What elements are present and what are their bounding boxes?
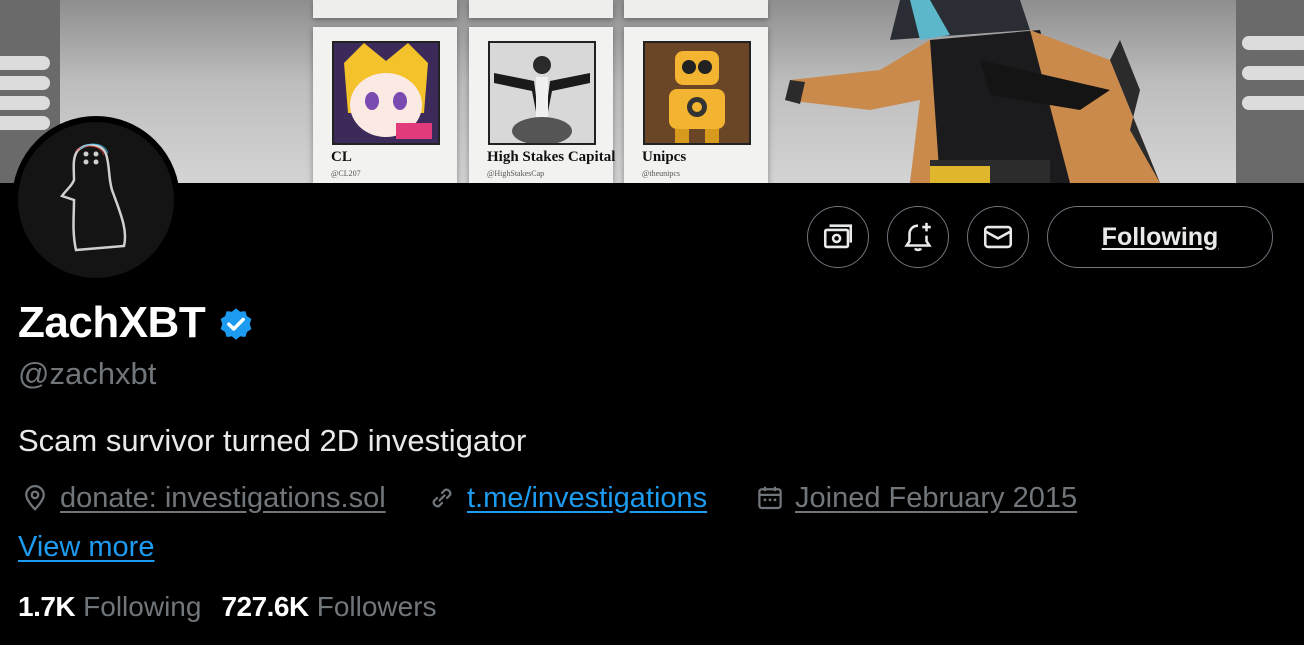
banner-character-illustration <box>785 0 1160 183</box>
banner-card-handle: @theunipcs <box>642 169 681 178</box>
banner-card: CL @CL207 <box>313 27 457 183</box>
message-button[interactable] <box>967 206 1029 268</box>
location-text: donate: investigations.sol <box>60 481 386 514</box>
tip-button[interactable] <box>807 206 869 268</box>
banner-card: High Stakes Capital @HighStakesCap <box>469 27 616 183</box>
banner-card-handle: @HighStakesCap <box>487 169 545 178</box>
banner-card-name: CL <box>331 149 352 165</box>
profile-join-date: Joined February 2015 <box>755 478 1077 518</box>
banner-card-name: Unipcs <box>642 149 687 165</box>
banner-card-image <box>643 41 751 145</box>
calendar-icon <box>758 486 782 510</box>
followers-stat-link[interactable]: 727.6K Followers <box>221 591 436 623</box>
link-icon <box>432 488 452 508</box>
followers-label: Followers <box>316 591 437 622</box>
following-label: Following <box>83 591 202 622</box>
following-count: 1.7K <box>18 591 76 622</box>
profile-website: t.me/investigations <box>427 478 707 518</box>
verified-badge-icon[interactable] <box>217 306 255 344</box>
banner-card-image <box>332 41 440 145</box>
profile-location: donate: investigations.sol <box>20 478 386 518</box>
joined-date-text: Joined February 2015 <box>795 481 1078 514</box>
follow-stats: 1.7K Following 727.6K Followers <box>18 591 437 623</box>
message-icon <box>983 225 1013 249</box>
banner-card-handle: @CL207 <box>331 169 361 178</box>
banner-card-image <box>488 41 596 145</box>
microphone-decoration <box>1236 0 1304 183</box>
view-more-link[interactable]: View more <box>18 531 154 564</box>
notifications-button[interactable] <box>887 206 949 268</box>
following-stat-link[interactable]: 1.7K Following <box>18 591 201 623</box>
website-link[interactable]: t.me/investigations <box>467 482 707 515</box>
banner-card-edge <box>624 0 768 18</box>
profile-bio: Scam survivor turned 2D investigator <box>18 423 527 458</box>
profile-avatar[interactable] <box>12 116 180 284</box>
banner-card-edge <box>313 0 457 18</box>
location-pin-icon <box>25 485 45 511</box>
profile-name-row: ZachXBT <box>18 298 255 348</box>
notification-add-icon <box>904 222 932 252</box>
money-icon <box>823 224 853 249</box>
display-name: ZachXBT <box>18 298 206 347</box>
profile-banner[interactable]: CL @CL207 High Stakes Capital @HighStake… <box>0 0 1304 183</box>
following-button[interactable]: Following <box>1047 206 1273 268</box>
banner-card: Unipcs @theunipcs <box>624 27 768 183</box>
banner-card-edge <box>469 0 613 18</box>
ghost-penguin-icon <box>60 143 127 252</box>
banner-card-name: High Stakes Capital <box>487 149 616 165</box>
user-handle: @zachxbt <box>18 356 157 391</box>
followers-count: 727.6K <box>221 591 309 622</box>
